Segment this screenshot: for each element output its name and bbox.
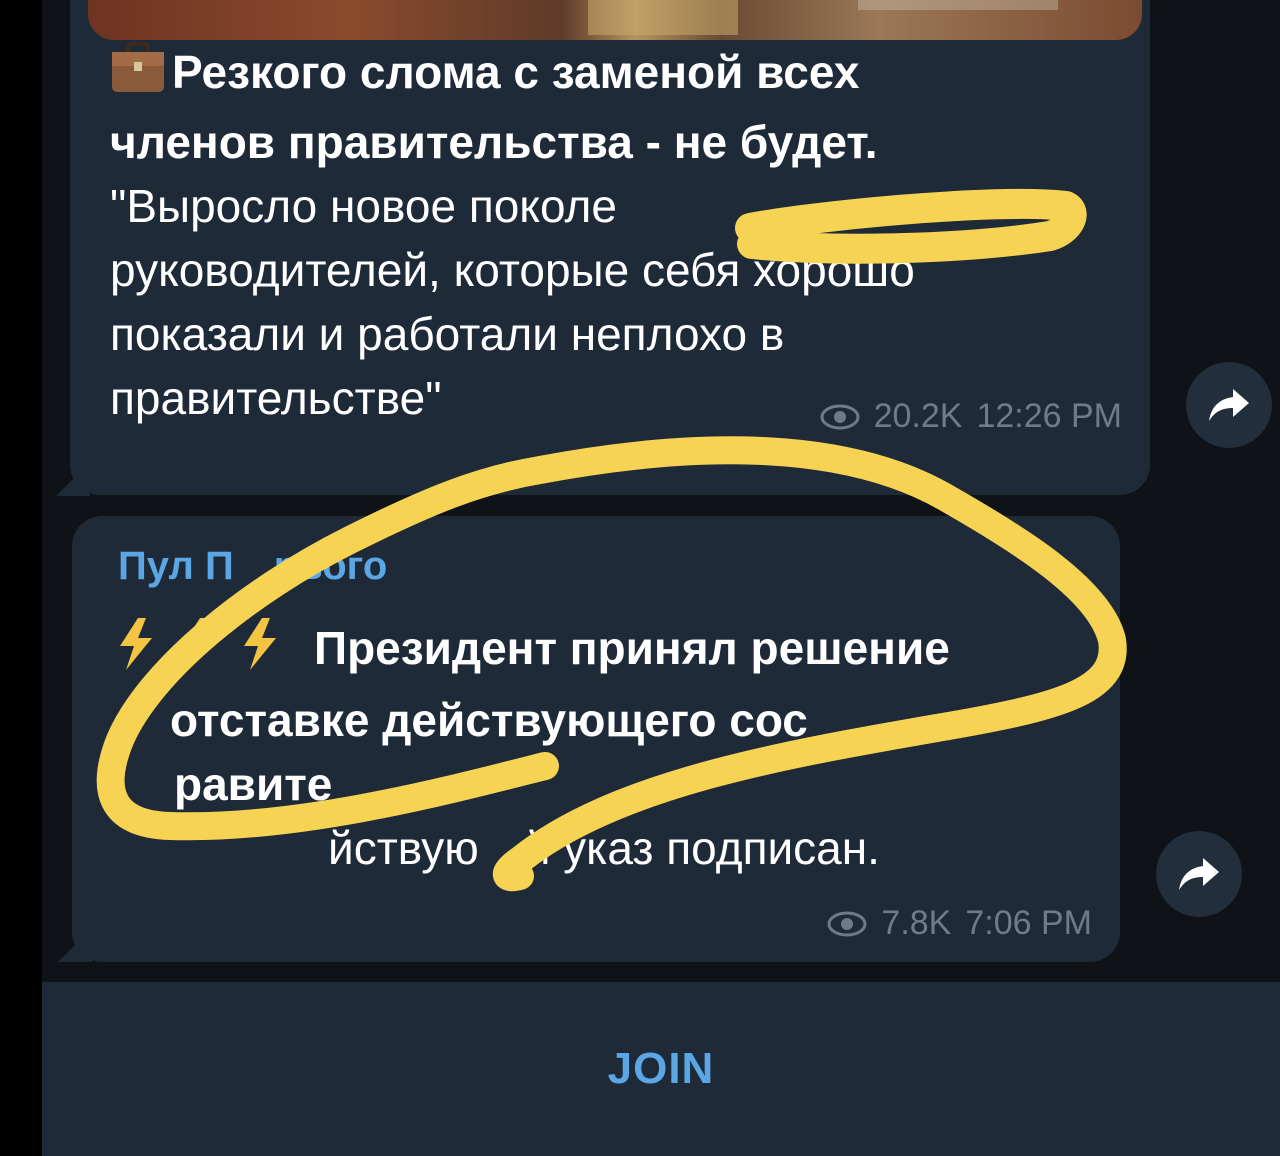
post1-line-1: Резкого слома с заменой всех — [172, 46, 860, 98]
post1-line-6: правительстве" — [110, 371, 442, 424]
post2-line-3: равите — [174, 758, 333, 810]
eye-icon — [820, 404, 860, 429]
briefcase-emoji — [110, 41, 166, 110]
post1-line-2: членов правительства - не будет. — [110, 115, 878, 168]
join-bar: JOIN — [42, 982, 1280, 1156]
message-bubble-1[interactable]: Резкого слома с заменой всех членов прав… — [70, 0, 1150, 495]
post1-line-4: руководителей, которые себя хорошо — [110, 243, 915, 296]
post1-line-5: показали и работали неплохо в — [110, 307, 785, 360]
view-count: 7.8K — [881, 904, 952, 942]
message-time: 12:26 PM — [976, 397, 1122, 435]
left-edge-strip — [0, 0, 42, 1156]
share-button-2[interactable] — [1156, 831, 1242, 917]
share-button-1[interactable] — [1186, 362, 1272, 448]
share-icon — [1179, 858, 1219, 890]
eye-icon — [827, 911, 867, 936]
join-button[interactable]: JOIN — [42, 1044, 1280, 1094]
post2-line-4a: йствую — [328, 822, 479, 874]
share-icon — [1209, 389, 1249, 421]
post1-line-3: "Выросло новое поколе — [110, 179, 617, 232]
view-count: 20.2K — [873, 397, 963, 435]
lightning-emoji — [108, 616, 308, 688]
message-meta-2: 7.8K 7:06 PM — [827, 904, 1092, 943]
message-bubble-2[interactable]: Пул Првого Президент принял решение отст… — [72, 516, 1120, 962]
message-time: 7:06 PM — [965, 904, 1092, 942]
sender-name[interactable]: Пул Првого — [118, 544, 387, 589]
message-text-1: Резкого слома с заменой всех членов прав… — [110, 40, 915, 430]
message-meta-1: 20.2K 12:26 PM — [820, 397, 1122, 436]
media-thumbnail[interactable] — [88, 0, 1142, 40]
message-text-2: Президент принял решение отставке действ… — [108, 616, 950, 880]
post2-line-2: отставке действующего сос — [170, 694, 808, 746]
post2-line-4b: й указ подписан. — [524, 822, 880, 874]
post2-line-1: Президент принял решение — [314, 622, 950, 675]
